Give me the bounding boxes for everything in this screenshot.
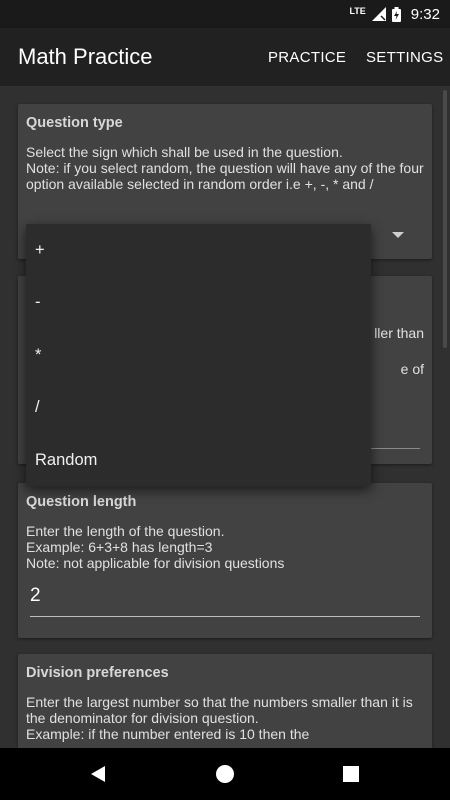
question-length-card: Question length Enter the length of the …: [18, 483, 432, 638]
question-length-title: Question length: [26, 494, 137, 510]
recents-icon[interactable]: [321, 748, 381, 800]
division-preferences-card: Division preferences Enter the largest n…: [18, 654, 432, 748]
status-icons: LTE 9:32: [349, 0, 440, 28]
signal-icon: [371, 7, 386, 21]
battery-icon: [391, 6, 401, 22]
app-bar: Math Practice PRACTICE SETTINGS: [0, 28, 450, 86]
app-title: Math Practice: [18, 44, 153, 69]
question-type-description: Select the sign which shall be used in t…: [26, 144, 424, 192]
dropdown-option-random[interactable]: Random: [26, 434, 371, 486]
dropdown-option-divide[interactable]: /: [26, 381, 371, 433]
dropdown-option-plus[interactable]: +: [26, 224, 371, 276]
network-type-label: LTE: [349, 5, 366, 16]
division-preferences-description: Enter the largest number so that the num…: [26, 694, 413, 742]
scrollbar[interactable]: [443, 90, 447, 348]
settings-button[interactable]: SETTINGS: [366, 49, 443, 66]
question-length-description: Enter the length of the question. Exampl…: [26, 523, 285, 571]
practice-button[interactable]: PRACTICE: [268, 49, 346, 66]
dropdown-option-multiply[interactable]: *: [26, 329, 371, 381]
clock: 9:32: [410, 5, 440, 23]
dropdown-arrow-icon[interactable]: [392, 232, 404, 238]
dropdown-option-minus[interactable]: -: [26, 276, 371, 328]
question-type-dropdown[interactable]: + - * / Random: [26, 224, 371, 486]
question-type-title: Question type: [26, 115, 123, 131]
division-preferences-title: Division preferences: [26, 665, 169, 681]
home-icon[interactable]: [195, 748, 255, 800]
navigation-bar: [0, 748, 450, 800]
question-length-input[interactable]: 2: [30, 585, 420, 617]
status-bar: LTE 9:32: [0, 0, 450, 28]
back-icon[interactable]: [68, 748, 128, 800]
